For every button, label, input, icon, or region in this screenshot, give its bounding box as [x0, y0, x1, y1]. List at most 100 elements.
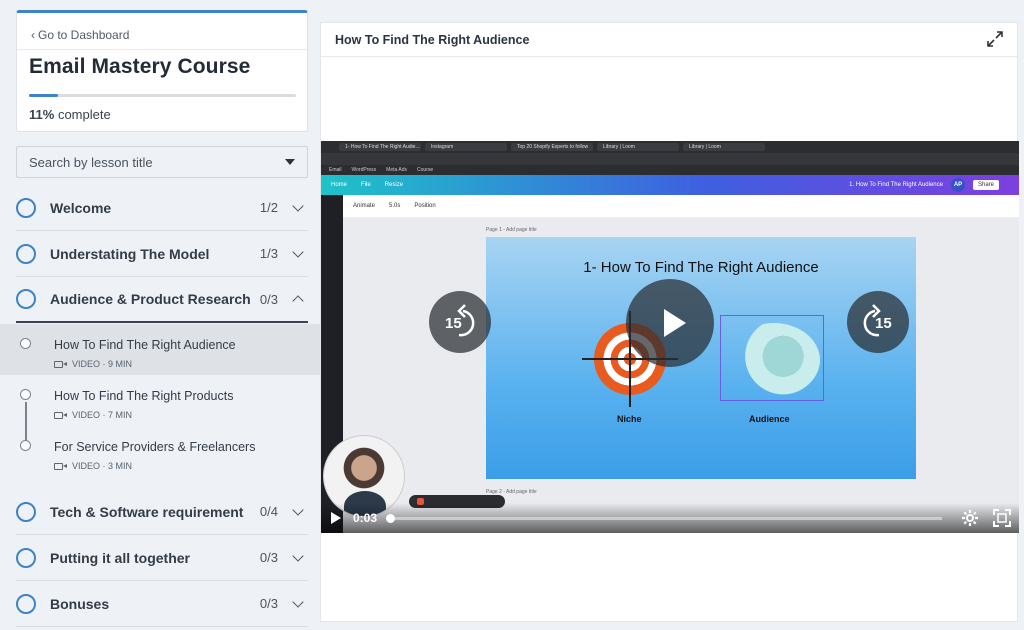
chevron-down-icon[interactable] — [292, 503, 304, 516]
lesson-search-input[interactable] — [29, 154, 285, 170]
progress-percent: 11% — [29, 107, 55, 122]
chevron-down-icon[interactable] — [292, 199, 304, 212]
recorded-bookmarks-bar: Email WordPress Meta Ads Course — [321, 165, 1019, 175]
section-audience-product-research[interactable]: Audience & Product Research 0/3 — [16, 277, 308, 323]
recorded-page-label: Page 1 - Add page title — [486, 227, 537, 233]
lesson-title: How To Find The Right Products — [54, 389, 234, 403]
lesson-meta-text: VIDEO · 3 MIN — [72, 461, 133, 471]
chevron-up-icon[interactable] — [292, 295, 304, 307]
fullscreen-icon[interactable] — [993, 509, 1011, 527]
skip-back-seconds: 15 — [445, 315, 462, 332]
course-progress-bar — [29, 94, 296, 97]
recorded-slide: 1- How To Find The Right Audience Niche … — [486, 237, 916, 479]
chevron-down-icon[interactable] — [292, 549, 304, 562]
recorded-editor-toolbar: Home File Resize 1. How To Find The Righ… — [321, 175, 1019, 195]
lesson-title: For Service Providers & Freelancers — [54, 440, 256, 454]
card-divider — [17, 49, 307, 50]
back-to-dashboard-link[interactable]: ‹ Go to Dashboard — [31, 28, 129, 42]
recorded-bookmark: Meta Ads — [386, 167, 408, 173]
section-count: 0/3 — [259, 550, 278, 565]
lesson-heading: How To Find The Right Audience — [335, 32, 530, 47]
section-count: 0/3 — [259, 291, 278, 307]
slide-title: 1- How To Find The Right Audience — [583, 259, 819, 276]
recorded-tool: 5.0s — [389, 203, 401, 209]
course-progress-fill — [29, 94, 59, 97]
lesson-status-node-icon — [20, 440, 31, 451]
recorded-tab: Instagram — [425, 143, 507, 151]
recorded-tab: Library | Loom — [683, 143, 765, 151]
video-scrubber[interactable] — [386, 513, 943, 523]
recorded-menu-item: Resize — [384, 182, 404, 188]
expand-icon[interactable] — [987, 31, 1003, 47]
section-title: Understating The Model — [50, 245, 210, 262]
section-title: Audience & Product Research — [50, 291, 251, 307]
selection-box — [720, 315, 824, 401]
video-player[interactable]: 1- How To Find The Right Audie... Instag… — [321, 141, 1019, 533]
lesson-header: How To Find The Right Audience — [321, 23, 1017, 57]
lesson-meta: VIDEO · 3 MIN — [54, 461, 132, 471]
course-card: ‹ Go to Dashboard Email Mastery Course 1… — [16, 10, 308, 132]
video-controls: 0:03 — [321, 503, 1019, 533]
recorded-tool: Position — [414, 203, 436, 209]
section-title: Putting it all together — [50, 549, 190, 566]
skip-back-button[interactable]: 15 — [429, 291, 491, 353]
video-camera-icon — [54, 462, 67, 470]
recorded-workspace: Page 1 - Add page title 1- How To Find T… — [343, 217, 1019, 533]
recorded-share-button: Share — [972, 180, 999, 190]
skip-forward-button[interactable]: 15 — [847, 291, 909, 353]
recorded-tab: 1- How To Find The Right Audie... — [339, 143, 421, 151]
section-welcome[interactable]: Welcome 1/2 — [16, 185, 308, 231]
scrubber-handle[interactable] — [386, 513, 396, 523]
section-putting-it-all-together[interactable]: Putting it all together 0/3 — [16, 535, 308, 581]
caret-down-icon[interactable] — [285, 159, 295, 165]
recorded-tab: Library | Loom — [597, 143, 679, 151]
recorded-browser-tabs: 1- How To Find The Right Audie... Instag… — [321, 141, 1019, 153]
recorded-bookmark: Email — [329, 167, 342, 173]
course-title: Email Mastery Course — [29, 55, 251, 78]
progress-suffix: complete — [57, 107, 111, 122]
current-time: 0:03 — [353, 511, 378, 525]
play-button[interactable] — [626, 279, 714, 367]
slide-label-niche: Niche — [617, 414, 642, 424]
chevron-down-icon[interactable] — [292, 245, 304, 258]
gear-icon[interactable] — [961, 509, 979, 527]
progress-text: 11% complete — [29, 107, 111, 122]
section-status-ring-icon — [16, 593, 36, 614]
recorded-avatar: AP — [950, 178, 965, 192]
recorded-toolbar-right: 1. How To Find The Right Audience AP Sha… — [849, 178, 999, 192]
section-count: 0/3 — [259, 596, 278, 611]
lesson-title: How To Find The Right Audience — [54, 338, 236, 352]
lesson-status-node-icon — [20, 338, 31, 349]
lesson-item[interactable]: How To Find The Right Products VIDEO · 7… — [0, 375, 320, 426]
lesson-item-active[interactable]: How To Find The Right Audience VIDEO · 9… — [0, 324, 320, 375]
recorded-bookmark: Course — [417, 167, 434, 173]
lesson-status-node-icon — [20, 389, 31, 400]
course-sidebar: ‹ Go to Dashboard Email Mastery Course 1… — [0, 0, 320, 630]
section-count: 1/3 — [259, 246, 278, 261]
section-tech-software-requirement[interactable]: Tech & Software requirement 0/4 — [16, 489, 308, 535]
lesson-search[interactable] — [16, 146, 308, 178]
section-status-ring-icon — [16, 289, 36, 309]
lesson-content: How To Find The Right Audience 1- How To… — [320, 22, 1019, 622]
video-camera-icon — [54, 411, 67, 419]
lesson-item[interactable]: For Service Providers & Freelancers VIDE… — [0, 426, 320, 477]
section-title: Tech & Software requirement — [50, 503, 244, 520]
recorded-bookmark: WordPress — [351, 167, 377, 173]
lesson-meta-text: VIDEO · 9 MIN — [72, 359, 133, 369]
section-bonuses[interactable]: Bonuses 0/3 — [16, 581, 308, 627]
section-count: 1/2 — [259, 200, 278, 215]
recorded-menu-item: File — [361, 182, 371, 188]
section-title: Welcome — [50, 199, 112, 216]
recorded-menu-item: Home — [331, 182, 348, 188]
recorded-address-bar — [321, 153, 1019, 165]
section-count: 0/4 — [259, 504, 278, 519]
chevron-down-icon[interactable] — [292, 595, 304, 608]
play-icon[interactable] — [331, 512, 341, 524]
section-title: Bonuses — [50, 595, 110, 612]
chevron-left-icon: ‹ — [31, 28, 35, 42]
section-status-ring-icon — [16, 197, 36, 218]
video-camera-icon — [54, 360, 67, 368]
recorded-doc-title: 1. How To Find The Right Audience — [849, 182, 943, 188]
section-understating-the-model[interactable]: Understating The Model 1/3 — [16, 231, 308, 277]
lesson-meta-text: VIDEO · 7 MIN — [72, 410, 133, 420]
